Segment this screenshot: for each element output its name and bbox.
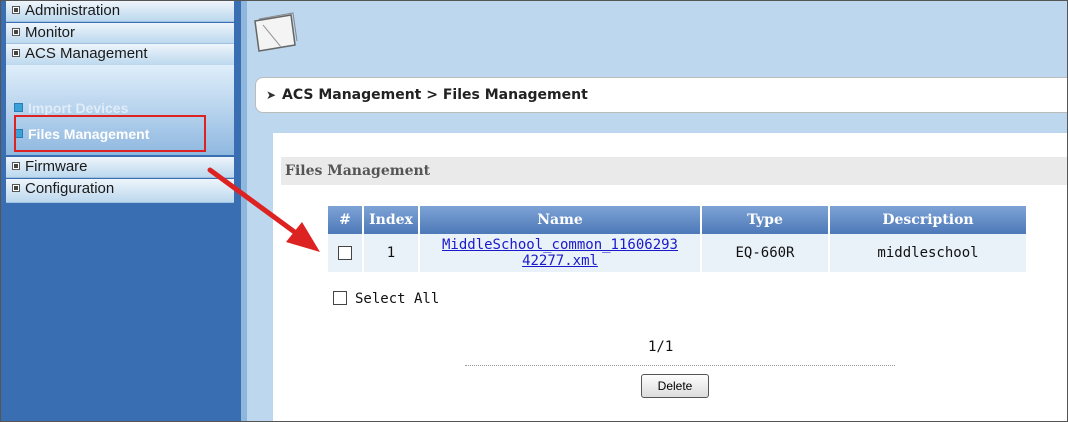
app-window: Administration Monitor ACS Management Im… [0, 0, 1068, 422]
column-header-type[interactable]: Type [701, 206, 830, 234]
file-link[interactable]: MiddleSchool_common_11606293 42277.xml [442, 237, 678, 269]
main-panel: ➤ ACS Management > Files Management File… [241, 1, 1067, 421]
bullet-icon [12, 28, 20, 36]
sidebar-item-firmware[interactable]: Firmware [6, 157, 234, 178]
column-header-index[interactable]: Index [363, 206, 420, 234]
index-cell: 1 [363, 234, 420, 272]
panel-divider [241, 1, 247, 421]
folder-icon [254, 12, 298, 52]
select-all-checkbox[interactable] [333, 291, 347, 305]
column-header-name[interactable]: Name [419, 206, 702, 234]
breadcrumb-text: ACS Management > Files Management [282, 87, 588, 103]
description-cell: middleschool [829, 234, 1028, 272]
row-select-cell [328, 234, 364, 272]
bullet-icon [12, 162, 20, 170]
breadcrumb: ➤ ACS Management > Files Management [255, 77, 1067, 113]
sidebar-item-monitor[interactable]: Monitor [6, 23, 234, 44]
divider [465, 365, 895, 366]
select-all-label: Select All [355, 291, 440, 307]
section-title: Files Management [285, 163, 431, 179]
table-row: 1 MiddleSchool_common_11606293 42277.xml … [328, 234, 1028, 272]
delete-button[interactable]: Delete [641, 374, 709, 398]
column-header-select: # [328, 206, 364, 234]
bullet-icon [12, 184, 20, 192]
table-header-row: # Index Name Type Description [328, 206, 1028, 234]
column-header-description[interactable]: Description [829, 206, 1028, 234]
name-cell: MiddleSchool_common_11606293 42277.xml [419, 234, 702, 272]
row-checkbox[interactable] [338, 246, 352, 260]
sidebar-item-acs-management[interactable]: ACS Management [6, 44, 234, 65]
page-indicator: 1/1 [648, 339, 674, 355]
sidebar-item-configuration[interactable]: Configuration [6, 179, 234, 203]
section-header: Files Management [281, 157, 1067, 185]
arrow-right-icon: ➤ [266, 88, 277, 102]
highlight-box [14, 115, 206, 152]
square-bullet-icon [14, 103, 23, 112]
files-table: # Index Name Type Description 1 MiddleSc… [328, 206, 1028, 272]
content-area: Files Management # Index Name Type Descr… [273, 133, 1067, 421]
select-all[interactable]: Select All [333, 291, 439, 307]
bullet-icon [12, 49, 20, 57]
type-cell: EQ-660R [701, 234, 830, 272]
sidebar: Administration Monitor ACS Management Im… [1, 1, 241, 421]
bullet-icon [12, 6, 20, 14]
sidebar-item-administration[interactable]: Administration [6, 1, 234, 22]
